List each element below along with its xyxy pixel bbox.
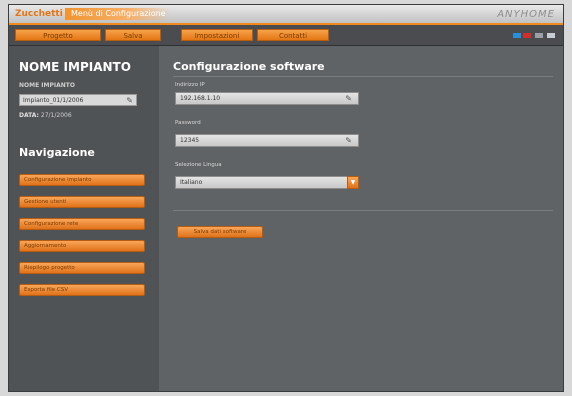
app-logo: Zucchetti <box>15 9 63 19</box>
password-value: 12345 <box>180 137 200 144</box>
language-flag-icon[interactable] <box>535 33 543 38</box>
language-flag-icon[interactable] <box>513 33 521 38</box>
nav-item-riepilogo-progetto[interactable]: Riepilogo progetto <box>19 262 145 274</box>
nav-item-gestione-utenti[interactable]: Gestione utenti <box>19 196 145 208</box>
menu-tab-contatti[interactable]: Contatti <box>257 29 329 41</box>
date-label: DATA: <box>19 112 39 119</box>
top-menu-bar: Progetto Salva Impostazioni Contatti <box>9 25 563 46</box>
nav-item-aggiornamento[interactable]: Aggiornamento <box>19 240 145 252</box>
chevron-down-icon[interactable]: ▼ <box>347 176 359 189</box>
password-field[interactable]: 12345 ✎ <box>175 134 359 147</box>
password-label: Password <box>175 120 201 126</box>
ip-address-label: Indirizzo IP <box>175 82 205 88</box>
page-title: Configurazione software <box>173 60 325 73</box>
language-label: Selezione Lingua <box>175 162 222 168</box>
pencil-icon[interactable]: ✎ <box>126 96 133 105</box>
sidebar-title: NOME IMPIANTO <box>19 60 131 74</box>
menu-tab-impostazioni[interactable]: Impostazioni <box>181 29 253 41</box>
ip-address-value: 192.168.1.10 <box>180 95 221 102</box>
date-value: 27/1/2006 <box>40 112 72 119</box>
divider <box>173 76 553 77</box>
pencil-icon[interactable]: ✎ <box>345 94 352 104</box>
language-flag-icon[interactable] <box>547 33 555 38</box>
sidebar: NOME IMPIANTO NOME IMPIANTO Impianto_01/… <box>9 46 159 391</box>
menu-tab-salva[interactable]: Salva <box>105 29 161 41</box>
title-bar: Zucchetti Menù di Configurazione ANYHOME <box>9 5 563 25</box>
system-name-label: NOME IMPIANTO <box>19 82 75 89</box>
language-value: Italiano <box>180 179 203 186</box>
divider <box>173 210 553 211</box>
pencil-icon[interactable]: ✎ <box>345 136 352 146</box>
save-software-button[interactable]: Salva dati software <box>177 226 263 238</box>
ip-address-field[interactable]: 192.168.1.10 ✎ <box>175 92 359 105</box>
application-window: Zucchetti Menù di Configurazione ANYHOME… <box>8 4 564 392</box>
system-name-value: Impianto_01/1/2006 <box>23 97 84 104</box>
nav-item-configurazione-impianto[interactable]: Configurazione impianto <box>19 174 145 186</box>
menu-tab-progetto[interactable]: Progetto <box>15 29 101 41</box>
nav-item-esporta-csv[interactable]: Esporta file CSV <box>19 284 145 296</box>
language-select[interactable]: Italiano ▼ <box>175 176 359 189</box>
nav-item-configurazione-rete[interactable]: Configurazione rete <box>19 218 145 230</box>
window-title: Menù di Configurazione <box>65 8 171 20</box>
system-name-field[interactable]: Impianto_01/1/2006 ✎ <box>19 94 137 106</box>
date-row: DATA: 27/1/2006 <box>19 112 72 119</box>
brand-logo: ANYHOME <box>497 9 555 20</box>
navigation-title: Navigazione <box>19 146 95 159</box>
language-flag-icon[interactable] <box>523 33 531 38</box>
main-panel: Configurazione software Indirizzo IP 192… <box>159 46 563 391</box>
